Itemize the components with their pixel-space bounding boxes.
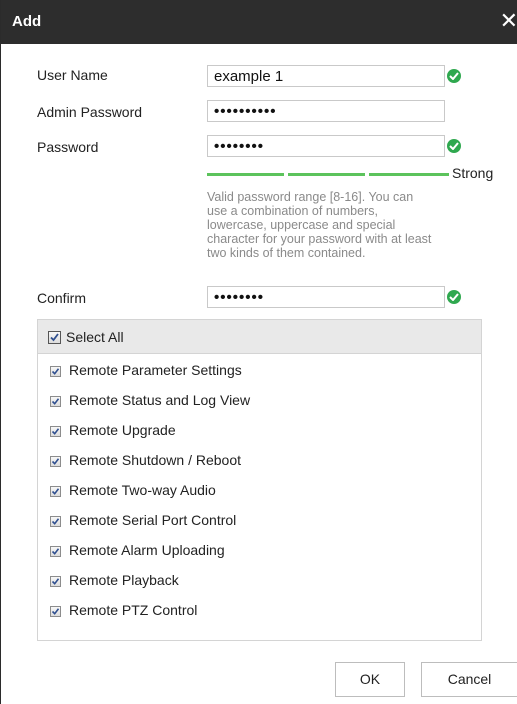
cancel-button[interactable]: Cancel [421,662,517,697]
strength-segment-weak [207,173,284,176]
permission-label: Remote Shutdown / Reboot [69,452,241,468]
add-user-dialog: Add ✕ User Name Admin Password Password … [0,0,517,704]
password-hint: Valid password range [8-16]. You can use… [207,190,432,260]
admin-password-input[interactable] [207,100,445,122]
permission-label: Remote Parameter Settings [69,362,242,378]
dialog-title: Add [12,13,42,30]
permission-checkbox[interactable] [50,546,61,557]
password-label: Password [37,139,99,155]
password-valid-icon [447,139,461,153]
permission-checkbox[interactable] [50,366,61,377]
user-name-valid-icon [447,69,461,83]
permission-checkbox[interactable] [50,456,61,467]
permission-checkbox[interactable] [50,396,61,407]
permission-checkbox[interactable] [50,516,61,527]
strength-label: Strong [452,165,494,181]
permission-checkbox[interactable] [50,486,61,497]
confirm-label: Confirm [37,290,87,306]
select-all-row: Select All [38,320,481,354]
permission-label: Remote Serial Port Control [69,512,237,528]
permission-checkbox[interactable] [50,426,61,437]
dialog-titlebar: Add ✕ [1,0,517,44]
permission-label: Remote Upgrade [69,422,176,438]
confirm-password-input[interactable] [207,286,445,308]
admin-password-label: Admin Password [37,104,143,120]
ok-button[interactable]: OK [335,662,405,697]
strength-segment-strong [369,173,449,176]
select-all-label: Select All [66,329,124,345]
user-name-input[interactable] [207,65,445,87]
permission-checkbox[interactable] [50,606,61,617]
permission-label: Remote Alarm Uploading [69,542,225,558]
permission-label: Remote Status and Log View [69,392,251,408]
permission-label: Remote Playback [69,572,179,588]
strength-segment-medium [288,173,365,176]
permissions-panel: Select All Remote Parameter Settings Remo… [37,319,482,641]
confirm-valid-icon [447,290,461,304]
password-input[interactable] [207,135,445,157]
user-name-label: User Name [37,67,108,83]
permission-label: Remote Two-way Audio [69,482,216,498]
permission-label: Remote PTZ Control [69,602,198,618]
select-all-checkbox[interactable] [48,331,61,344]
close-icon[interactable]: ✕ [498,8,517,34]
permission-checkbox[interactable] [50,576,61,587]
